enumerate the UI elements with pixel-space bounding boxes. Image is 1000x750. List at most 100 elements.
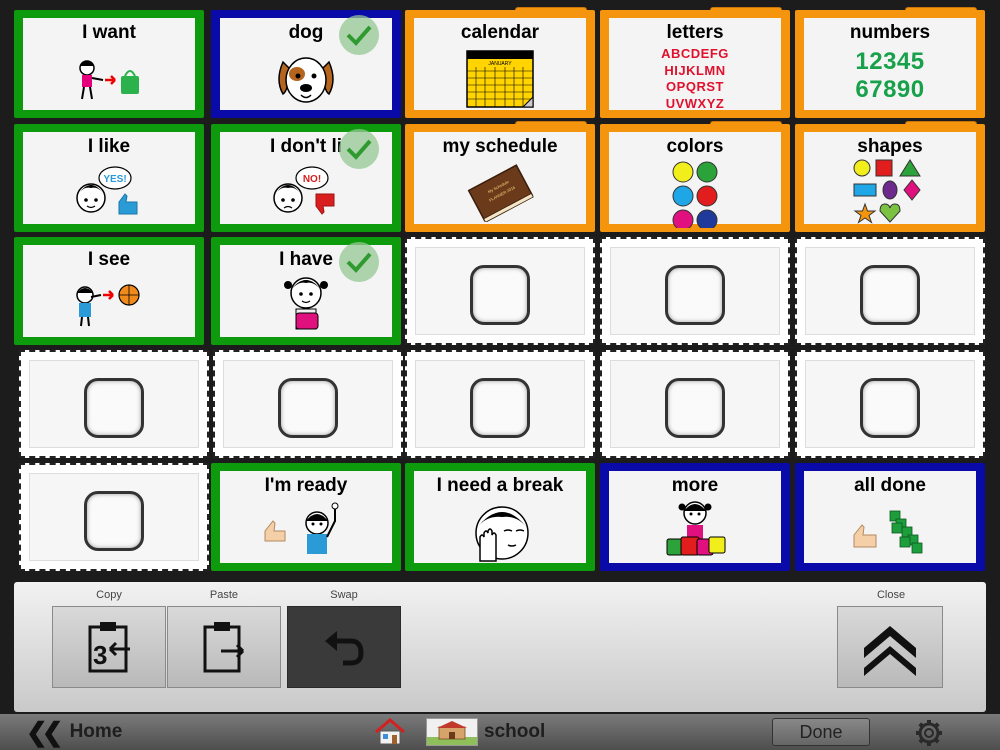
empty-slot-icon bbox=[665, 265, 725, 325]
symbol-button-i-like[interactable]: I like YES! bbox=[14, 124, 204, 232]
empty-slot-icon bbox=[278, 378, 338, 438]
edit-toolbar-panel: Copy 3 Paste Swap Close bbox=[14, 582, 986, 712]
swap-button[interactable] bbox=[287, 606, 401, 688]
cell-dog[interactable]: dog bbox=[211, 10, 401, 118]
alphabet-line: OPQRST bbox=[666, 79, 724, 94]
symbol-button-i-want[interactable]: I want bbox=[14, 10, 204, 118]
numbers-line: 67890 bbox=[855, 76, 925, 103]
svg-text:3: 3 bbox=[93, 640, 107, 670]
settings-gear-icon[interactable] bbox=[914, 719, 944, 747]
double-chevron-left-icon: ❮❮ bbox=[26, 716, 63, 747]
boy-stop-hand-icon bbox=[475, 506, 529, 562]
color-dots-icon bbox=[672, 161, 718, 228]
symbol-button-all-done[interactable]: all done bbox=[795, 463, 985, 571]
bottom-nav-bar: ❮❮ Home school Done bbox=[0, 714, 1000, 750]
selected-checkmark-icon bbox=[339, 15, 379, 55]
girl-thumbs-up-icon: YES! bbox=[76, 166, 138, 215]
alphabet-line: UVWXYZ bbox=[665, 95, 725, 111]
home-house-icon[interactable] bbox=[374, 718, 406, 746]
calendar-icon: JANUARY bbox=[466, 50, 534, 108]
home-button[interactable]: ❮❮ Home bbox=[26, 716, 123, 747]
folder-button-my-schedule[interactable]: my schedule My Schedule PLANNER 2016 bbox=[405, 124, 595, 232]
cell-im-ready[interactable]: I'm ready bbox=[211, 463, 401, 571]
cell-label: I want bbox=[82, 22, 136, 43]
cell-i-see[interactable]: I see bbox=[14, 237, 204, 345]
cell-label: colors bbox=[666, 136, 724, 157]
cell-more[interactable]: more bbox=[600, 463, 790, 571]
paste-label: Paste bbox=[209, 589, 239, 601]
calendar-month: JANUARY bbox=[488, 61, 512, 67]
copy-label: Copy bbox=[96, 589, 122, 601]
cell-label: my schedule bbox=[442, 136, 558, 157]
folder-button-letters[interactable]: letters ABCDEFG HIJKLMN OPQRST UVWXYZ bbox=[600, 10, 790, 118]
numbers-text: 12345 67890 bbox=[804, 48, 976, 104]
cell-my-schedule[interactable]: my schedule My Schedule PLANNER 2016 bbox=[405, 121, 595, 232]
empty-cell[interactable] bbox=[600, 350, 790, 458]
cell-label: all done bbox=[854, 475, 926, 496]
selected-checkmark-icon bbox=[339, 129, 379, 169]
boy-pointing-ball-icon bbox=[76, 284, 140, 327]
folder-button-calendar[interactable]: calendar JANUARY bbox=[405, 10, 595, 118]
cell-i-have[interactable]: I have bbox=[211, 237, 401, 345]
empty-cell[interactable] bbox=[19, 463, 209, 571]
empty-cell[interactable] bbox=[405, 350, 595, 458]
empty-slot-icon bbox=[665, 378, 725, 438]
empty-cell[interactable] bbox=[405, 237, 595, 345]
cell-all-done[interactable]: all done bbox=[795, 463, 985, 571]
folder-button-shapes[interactable]: shapes bbox=[795, 124, 985, 232]
empty-slot-icon bbox=[84, 491, 144, 551]
alphabet-line: HIJKLMN bbox=[664, 62, 726, 78]
cell-i-need-a-break[interactable]: I need a break bbox=[405, 463, 595, 571]
cell-shapes[interactable]: shapes bbox=[795, 121, 985, 232]
cell-calendar[interactable]: calendar JANUARY bbox=[405, 7, 595, 118]
cell-label: shapes bbox=[857, 136, 923, 157]
cell-label: numbers bbox=[849, 22, 931, 43]
cell-label: I see bbox=[87, 249, 131, 270]
empty-cell[interactable] bbox=[795, 237, 985, 345]
cell-numbers[interactable]: numbers 12345 67890 bbox=[795, 7, 985, 118]
empty-slot-icon bbox=[860, 265, 920, 325]
symbol-button-i-see[interactable]: I see bbox=[14, 237, 204, 345]
done-button[interactable]: Done bbox=[772, 718, 870, 746]
folder-button-numbers[interactable]: numbers 12345 67890 bbox=[795, 10, 985, 118]
symbol-button-i-need-a-break[interactable]: I need a break bbox=[405, 463, 595, 571]
symbol-button-more[interactable]: more bbox=[600, 463, 790, 571]
alphabet-text: ABCDEFG HIJKLMN OPQRST UVWXYZ bbox=[609, 46, 781, 112]
paste-button[interactable] bbox=[167, 606, 281, 688]
close-panel-button[interactable] bbox=[837, 606, 943, 688]
alphabet-line: ABCDEFG bbox=[661, 46, 729, 61]
page-name: school bbox=[484, 721, 546, 742]
boy-raising-hand-icon bbox=[264, 502, 339, 554]
empty-slot-icon bbox=[860, 378, 920, 438]
cell-label: I need a break bbox=[436, 475, 564, 496]
girl-more-bags-icon bbox=[666, 501, 726, 556]
cell-label: letters bbox=[666, 22, 724, 43]
folder-button-colors[interactable]: colors bbox=[600, 124, 790, 232]
current-page-indicator: school bbox=[374, 717, 545, 747]
symbol-button-im-ready[interactable]: I'm ready bbox=[211, 463, 401, 571]
empty-cell[interactable] bbox=[795, 350, 985, 458]
double-chevron-up-icon bbox=[864, 626, 916, 676]
selected-checkmark-icon bbox=[339, 242, 379, 282]
home-label: Home bbox=[69, 721, 123, 742]
cell-label: I'm ready bbox=[264, 475, 348, 496]
copy-button[interactable]: 3 bbox=[52, 606, 166, 688]
school-thumbnail-icon bbox=[426, 718, 478, 746]
cell-colors[interactable]: colors bbox=[600, 121, 790, 232]
empty-cell[interactable] bbox=[19, 350, 209, 458]
cell-label: I like bbox=[87, 136, 131, 157]
cell-label: calendar bbox=[460, 22, 540, 43]
empty-slot-icon bbox=[470, 378, 530, 438]
cell-letters[interactable]: letters ABCDEFG HIJKLMN OPQRST UVWXYZ bbox=[600, 7, 790, 118]
shapes-icon bbox=[853, 159, 921, 224]
paste-clipboard-icon bbox=[203, 622, 245, 673]
symbol-grid: I want dog calendar JANUARY letters ABCD… bbox=[14, 4, 986, 574]
cell-i-want[interactable]: I want bbox=[14, 10, 204, 118]
dog-icon bbox=[278, 57, 334, 103]
empty-cell[interactable] bbox=[600, 237, 790, 345]
empty-cell[interactable] bbox=[213, 350, 403, 458]
planner-book-icon: My Schedule PLANNER 2016 bbox=[467, 164, 534, 222]
cell-i-dont-like[interactable]: I don't li NO! bbox=[211, 124, 401, 232]
cell-label: more bbox=[671, 475, 719, 496]
cell-i-like[interactable]: I like YES! bbox=[14, 124, 204, 232]
